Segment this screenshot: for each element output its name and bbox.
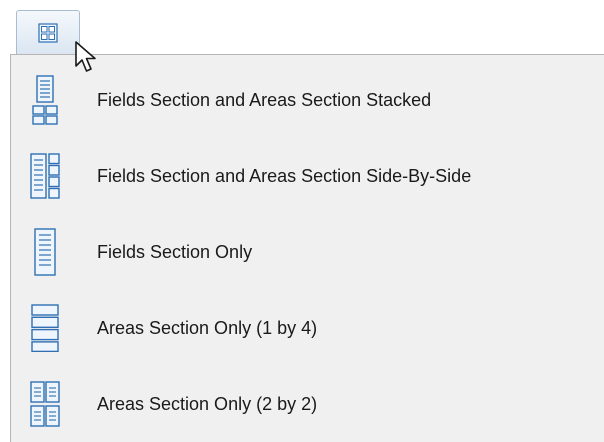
screen: Fields Section and Areas Section Stacked (0, 0, 604, 442)
side-by-side-layout-icon (25, 150, 65, 202)
menu-item-label: Fields Section and Areas Section Side-By… (97, 165, 472, 186)
layout-menu: Fields Section and Areas Section Stacked (10, 54, 604, 442)
areas-2by2-layout-icon (25, 378, 65, 430)
menu-item-fields-only[interactable]: Fields Section Only (11, 217, 604, 287)
menu-item-label: Areas Section Only (2 by 2) (97, 393, 318, 414)
areas-1by4-layout-icon (25, 302, 65, 354)
menu-item-areas-2by2[interactable]: Areas Section Only (2 by 2) (11, 369, 604, 439)
layout-grid-icon (38, 22, 58, 43)
layout-button[interactable] (16, 10, 80, 54)
menu-item-label: Fields Section and Areas Section Stacked (97, 89, 432, 110)
menu-item-stacked[interactable]: Fields Section and Areas Section Stacked (11, 65, 604, 135)
menu-item-areas-1by4[interactable]: Areas Section Only (1 by 4) (11, 293, 604, 363)
menu-item-label: Fields Section Only (97, 241, 253, 262)
menu-item-label: Areas Section Only (1 by 4) (97, 317, 318, 338)
fields-only-layout-icon (25, 226, 65, 278)
stacked-layout-icon (25, 74, 65, 126)
menu-item-side-by-side[interactable]: Fields Section and Areas Section Side-By… (11, 141, 604, 211)
